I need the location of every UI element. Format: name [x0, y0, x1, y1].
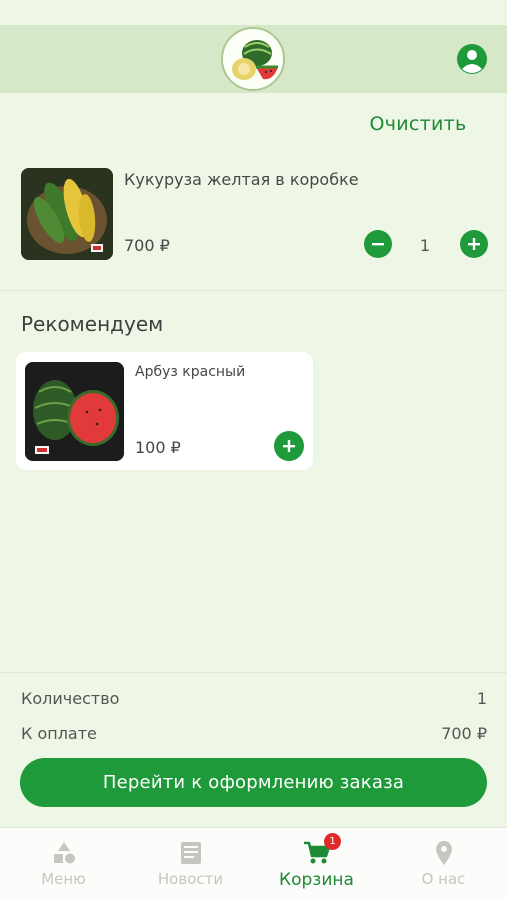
add-to-cart-button[interactable]	[274, 431, 304, 461]
total-value: 700 ₽	[441, 724, 487, 743]
tab-menu[interactable]: Меню	[0, 828, 127, 900]
recommend-title: Рекомендуем	[21, 312, 164, 336]
tab-label: Новости	[157, 870, 224, 888]
divider	[0, 290, 507, 291]
tab-label: Меню	[41, 870, 86, 888]
newspaper-icon	[178, 840, 204, 866]
plus-icon	[283, 440, 295, 452]
increase-quantity-button[interactable]	[460, 230, 488, 258]
clear-cart-button[interactable]: Очистить	[352, 108, 484, 140]
minus-icon	[372, 243, 384, 246]
cart-item-name: Кукуруза желтая в коробке	[124, 170, 359, 189]
divider	[0, 672, 507, 673]
cart-item-price: 700 ₽	[124, 236, 170, 255]
tab-label: Корзина	[279, 870, 354, 890]
shapes-icon	[51, 840, 77, 866]
recommended-item-price: 100 ₽	[135, 438, 181, 457]
tab-news[interactable]: Новости	[127, 828, 254, 900]
tab-cart[interactable]: 1 Корзина	[253, 828, 380, 900]
product-image-watermelon[interactable]	[25, 362, 124, 461]
user-circle-icon[interactable]	[457, 44, 487, 74]
status-bar	[0, 0, 507, 25]
cart-item-quantity: 1	[419, 236, 431, 255]
recommended-item-card[interactable]: Арбуз красный 100 ₽	[16, 352, 313, 470]
watermelon-melon-logo[interactable]	[221, 27, 285, 91]
quantity-value: 1	[476, 689, 487, 708]
checkout-button[interactable]: Перейти к оформлению заказа	[20, 758, 487, 807]
tab-about[interactable]: О нас	[380, 828, 507, 900]
app-header	[0, 25, 507, 93]
location-pin-icon	[431, 840, 457, 866]
cart-badge: 1	[324, 833, 341, 850]
total-label: К оплате	[21, 724, 97, 743]
plus-icon	[468, 238, 480, 250]
tab-label: О нас	[421, 870, 466, 888]
bottom-tab-bar: Меню Новости 1 Корзина О нас	[0, 827, 507, 900]
quantity-label: Количество	[21, 689, 120, 708]
product-image-corn[interactable]	[21, 168, 113, 260]
recommended-item-name: Арбуз красный	[135, 364, 246, 380]
decrease-quantity-button[interactable]	[364, 230, 392, 258]
cart-item: Кукуруза желтая в коробке 700 ₽ 1	[0, 160, 507, 268]
